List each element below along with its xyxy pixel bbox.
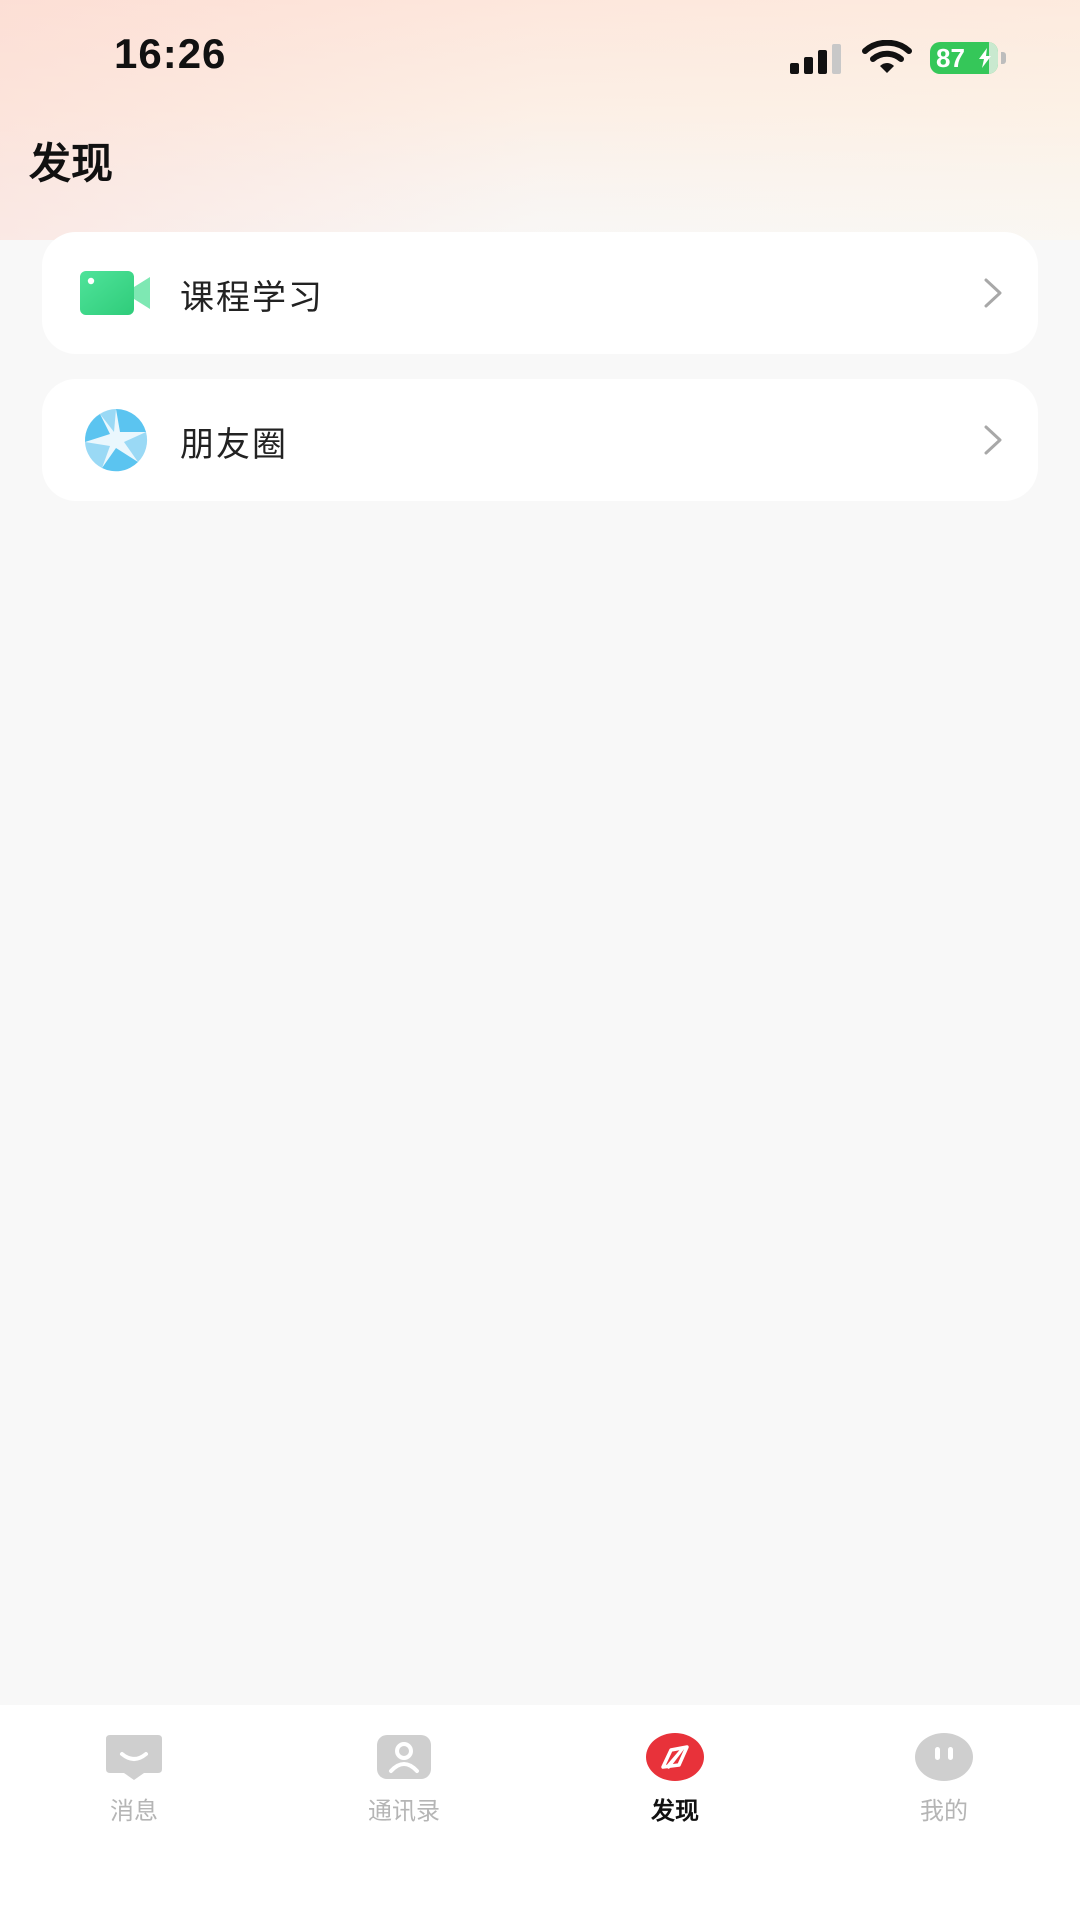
aperture-icon: [84, 408, 148, 472]
wifi-icon: [862, 40, 912, 73]
battery-nub: [1001, 52, 1006, 64]
tab-me[interactable]: 我的: [864, 1733, 1024, 1833]
tab-label: 我的: [920, 1797, 968, 1825]
menu-item-label: 朋友圈: [180, 425, 288, 465]
signal-strength-icon: [790, 44, 841, 74]
tab-label: 发现: [651, 1797, 699, 1825]
charging-bolt-icon: [979, 48, 991, 68]
chevron-right-icon: [984, 425, 1002, 455]
menu-item-moments[interactable]: 朋友圈: [42, 379, 1038, 501]
status-bar: 16:26 87: [0, 0, 1080, 118]
menu-item-label: 课程学习: [180, 278, 324, 318]
compass-icon: [646, 1733, 704, 1781]
battery-indicator: 87: [930, 42, 1006, 74]
tab-discover[interactable]: 发现: [595, 1733, 755, 1833]
chat-bubble-icon: [106, 1735, 162, 1780]
battery-level-text: 87: [936, 43, 965, 73]
tab-label: 通讯录: [368, 1797, 440, 1825]
menu-item-course-learning[interactable]: 课程学习: [42, 232, 1038, 354]
profile-face-icon: [915, 1733, 973, 1781]
contacts-icon: [377, 1735, 431, 1779]
page-title: 发现: [29, 139, 114, 188]
battery-body: 87: [930, 42, 998, 74]
tab-label: 消息: [110, 1797, 158, 1825]
chevron-right-icon: [984, 278, 1002, 308]
tab-messages[interactable]: 消息: [54, 1733, 214, 1833]
bottom-tab-bar: 消息 通讯录 发现 我的: [0, 1705, 1080, 1920]
video-camera-icon: [80, 271, 150, 315]
status-time: 16:26: [114, 30, 227, 77]
tab-contacts[interactable]: 通讯录: [324, 1733, 484, 1833]
